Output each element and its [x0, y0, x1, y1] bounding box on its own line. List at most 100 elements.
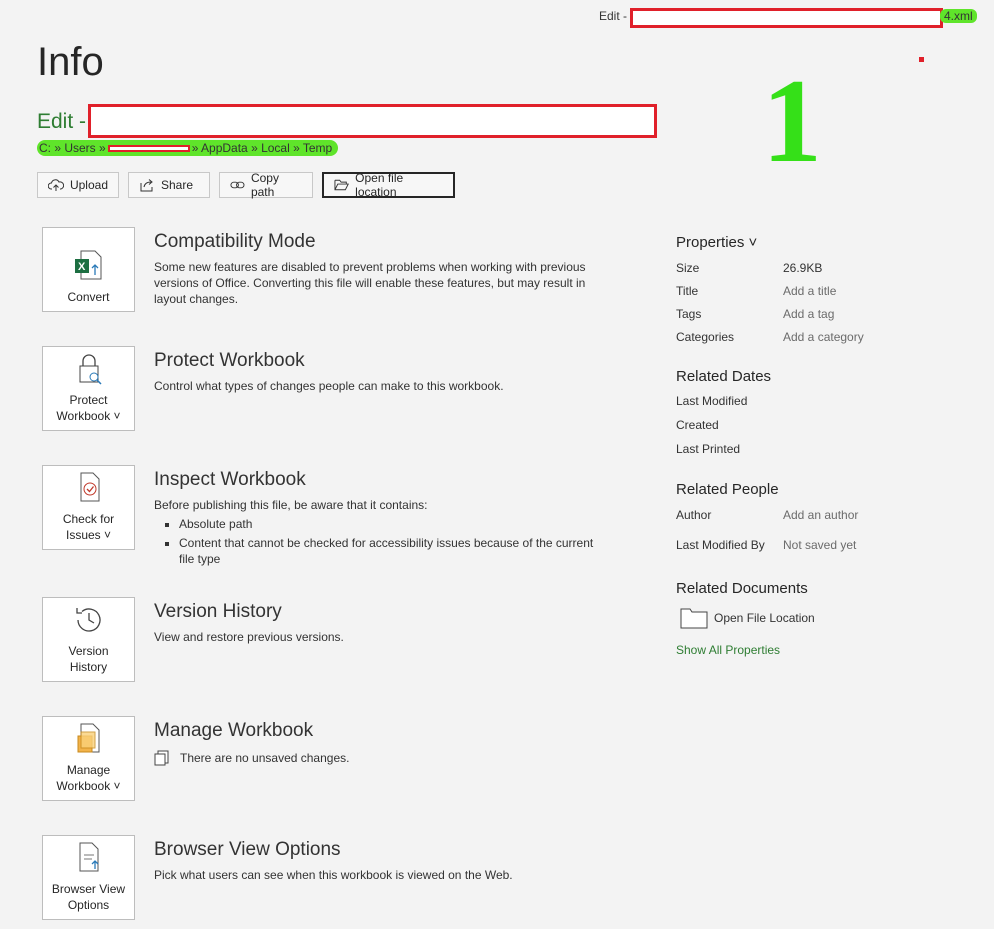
manage-desc: There are no unsaved changes.	[180, 751, 350, 765]
inspect-title: Inspect Workbook	[154, 469, 306, 490]
related-documents-heading: Related Documents	[676, 580, 808, 597]
prop-author: Author Add an author	[676, 500, 976, 530]
author-value[interactable]: Add an author	[783, 508, 858, 522]
compatibility-title: Compatibility Mode	[154, 231, 316, 252]
tags-label: Tags	[676, 306, 702, 321]
upload-label: Upload	[69, 178, 108, 192]
protect-workbook-button[interactable]: Protect Workbook ˅	[42, 346, 135, 431]
share-button[interactable]: Share	[128, 172, 210, 198]
convert-excel-icon: X	[74, 250, 101, 280]
version-desc: View and restore previous versions.	[154, 630, 344, 644]
inspect-section: Inspect Workbook Before publishing this …	[154, 469, 594, 570]
window-title-prefix: Edit -	[599, 9, 628, 23]
redaction-box	[88, 104, 657, 138]
prop-last-modified-by: Last Modified By Not saved yet	[676, 530, 976, 560]
documents-icon	[154, 750, 169, 766]
last-modified-by-value: Not saved yet	[783, 538, 857, 552]
open-file-location-label: Open file location	[355, 171, 404, 199]
upload-button[interactable]: Upload	[37, 172, 119, 198]
inspect-list: Absolute path Content that cannot be che…	[154, 516, 594, 567]
redaction-box	[630, 8, 943, 28]
title-label: Title	[676, 283, 699, 298]
manage-label-2: Workbook ˅	[56, 779, 121, 793]
browser-document-icon	[79, 842, 98, 872]
manage-title: Manage Workbook	[154, 720, 314, 741]
prop-title: Title Add a title	[676, 279, 976, 302]
cloud-upload-icon	[48, 179, 64, 191]
browser-view-options-button[interactable]: Browser View Options	[42, 835, 135, 920]
annotation-number: 1	[762, 54, 822, 187]
check-label-1: Check for	[62, 512, 115, 526]
version-history-button[interactable]: Version History	[42, 597, 135, 682]
protect-section: Protect Workbook Control what types of c…	[154, 350, 594, 394]
copy-path-label: Copy path	[250, 171, 279, 199]
show-all-properties-link[interactable]: Show All Properties	[676, 643, 976, 657]
prop-categories: Categories Add a category	[676, 325, 976, 348]
version-label-1: Version	[68, 644, 109, 658]
open-file-location-button[interactable]: Open file location	[322, 171, 455, 199]
open-file-location-text: Open File Location	[714, 611, 815, 625]
manage-workbook-button[interactable]: Manage Workbook ˅	[42, 716, 135, 801]
last-printed-label: Last Printed	[676, 442, 741, 456]
open-file-location-link[interactable]: Open File Location	[680, 607, 976, 629]
protect-label-1: Protect	[69, 393, 108, 407]
annotation-dot	[919, 57, 924, 62]
size-value: 26.9KB	[783, 260, 823, 275]
convert-label: Convert	[67, 290, 110, 304]
file-actions: Upload Share Copy path Open file locatio…	[37, 171, 455, 199]
inspect-item: Content that cannot be checked for acces…	[179, 535, 594, 567]
link-icon	[230, 181, 245, 189]
inspect-intro: Before publishing this file, be aware th…	[154, 498, 428, 512]
copy-path-button[interactable]: Copy path	[219, 171, 313, 199]
manage-document-icon	[77, 723, 99, 753]
version-section: Version History View and restore previou…	[154, 601, 594, 645]
browser-desc: Pick what users can see when this workbo…	[154, 868, 513, 882]
manage-label-1: Manage	[66, 763, 111, 777]
browser-title: Browser View Options	[154, 839, 341, 860]
last-modified-label: Last Modified	[676, 394, 748, 408]
version-label-2: History	[69, 660, 108, 674]
folder-open-icon	[334, 179, 349, 191]
path-end: » AppData » Local » Temp	[191, 141, 333, 155]
version-title: Version History	[154, 601, 282, 622]
inspect-item: Absolute path	[179, 516, 594, 532]
check-label-2: Issues ˅	[65, 528, 112, 542]
protect-desc: Control what types of changes people can…	[154, 379, 504, 393]
svg-text:X: X	[78, 261, 86, 273]
protect-label-2: Workbook ˅	[56, 409, 121, 423]
check-for-issues-button[interactable]: Check for Issues ˅	[42, 465, 135, 550]
compatibility-desc: Some new features are disabled to preven…	[154, 260, 586, 306]
categories-value[interactable]: Add a category	[783, 330, 864, 344]
properties-panel: Properties ˅ Size 26.9KB Title Add a title…	[676, 234, 976, 657]
properties-heading[interactable]: Properties ˅	[676, 234, 976, 251]
breadcrumb: C: » Users » » AppData » Local » Temp	[37, 140, 339, 156]
prop-size: Size 26.9KB	[676, 256, 976, 279]
path-start: C: » Users »	[39, 141, 106, 155]
convert-button[interactable]: X Convert	[42, 227, 135, 312]
document-check-icon	[80, 472, 99, 502]
related-dates-heading: Related Dates	[676, 368, 772, 385]
tags-value[interactable]: Add a tag	[783, 307, 834, 321]
share-label: Share	[161, 178, 194, 192]
created-label: Created	[676, 418, 719, 432]
browser-label-2: Options	[67, 898, 110, 912]
compatibility-section: Compatibility Mode Some new features are…	[154, 231, 594, 307]
inspect-desc: Before publishing this file, be aware th…	[154, 497, 594, 567]
protect-title: Protect Workbook	[154, 350, 305, 371]
page-title: Info	[37, 40, 104, 84]
redaction-box	[107, 145, 190, 153]
browser-label-1: Browser View	[51, 882, 126, 896]
manage-status: There are no unsaved changes.	[154, 750, 594, 766]
author-label: Author	[676, 508, 712, 522]
browser-section: Browser View Options Pick what users can…	[154, 839, 594, 883]
categories-label: Categories	[676, 329, 735, 344]
folder-icon	[680, 608, 708, 629]
last-modified-by-label: Last Modified By	[676, 538, 765, 552]
share-icon	[140, 179, 153, 192]
file-title-prefix: Edit -	[37, 110, 87, 133]
prop-tags: Tags Add a tag	[676, 302, 976, 325]
window-title-suffix: 4.xml	[940, 9, 977, 23]
related-people-heading: Related People	[676, 481, 779, 498]
title-value[interactable]: Add a title	[783, 284, 836, 298]
manage-section: Manage Workbook There are no unsaved cha…	[154, 720, 594, 766]
